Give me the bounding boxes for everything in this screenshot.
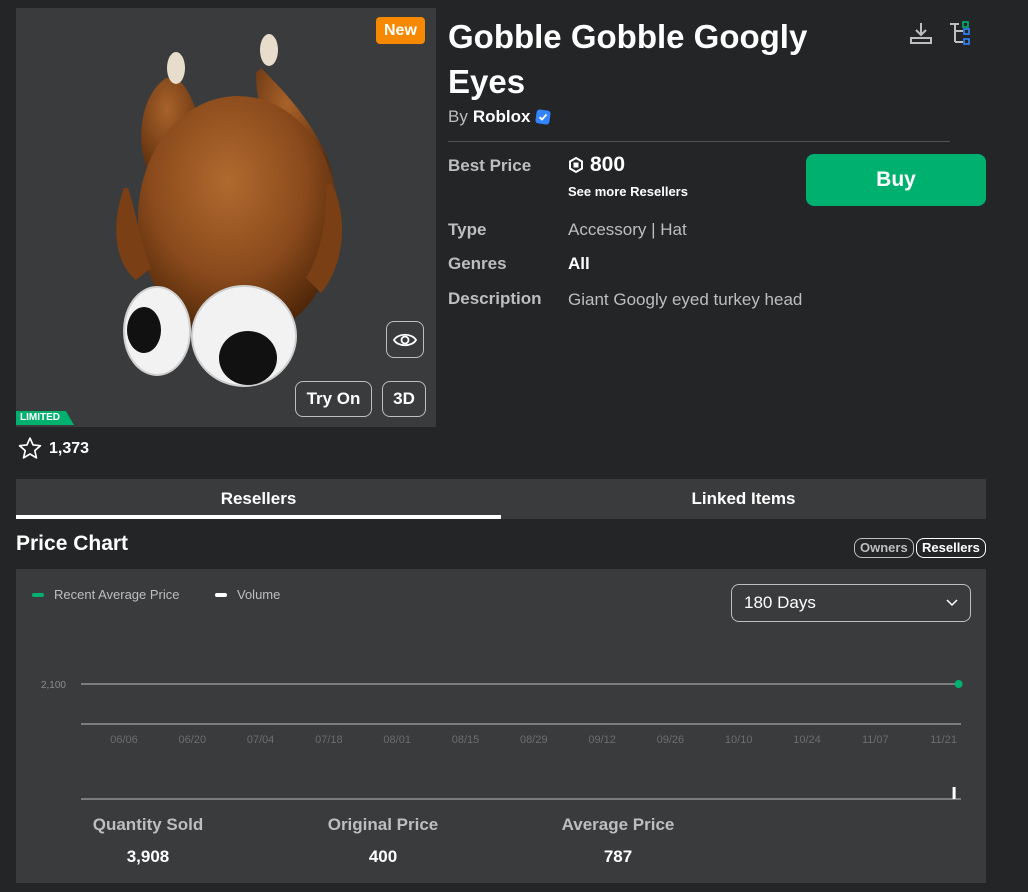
quantity-sold-value: 3,908	[126, 847, 170, 866]
favorite-count: 1,373	[49, 439, 90, 457]
tab-resellers[interactable]: Resellers	[16, 479, 501, 519]
preview-button[interactable]	[386, 321, 424, 358]
x-tick-label: 06/06	[110, 734, 138, 746]
quantity-sold-label: Quantity Sold	[92, 815, 204, 834]
best-price-value: 800	[590, 153, 626, 176]
eye-icon	[393, 333, 417, 346]
creator-line: By Roblox	[448, 107, 551, 127]
best-price-label: Best Price	[448, 156, 532, 175]
type-value: Accessory | Hat	[568, 220, 687, 239]
tab-linked-items[interactable]: Linked Items	[501, 479, 986, 519]
hierarchy-icon[interactable]	[947, 20, 973, 46]
x-tick-label: 10/10	[725, 734, 753, 746]
download-icon[interactable]	[908, 20, 934, 46]
verified-badge-icon	[535, 109, 551, 125]
x-tick-label: 06/20	[179, 734, 207, 746]
x-tick-label: 11/21	[930, 734, 957, 746]
original-price-value: 400	[368, 847, 398, 866]
item-thumbnail	[16, 8, 436, 427]
by-prefix: By	[448, 107, 468, 126]
3d-view-button[interactable]: 3D	[382, 381, 426, 417]
resellers-toggle[interactable]: Resellers	[916, 538, 986, 558]
item-title: Gobble Gobble Googly Eyes	[448, 18, 808, 100]
star-icon	[18, 437, 42, 459]
genres-value: All	[568, 254, 590, 273]
genres-label: Genres	[448, 254, 507, 273]
try-on-button[interactable]: Try On	[295, 381, 372, 417]
avg-price-point	[954, 680, 963, 688]
see-more-resellers-link[interactable]: See more Resellers	[568, 184, 688, 199]
x-tick-label: 07/04	[247, 734, 275, 746]
x-tick-label: 08/29	[520, 734, 548, 746]
average-price-value: 787	[603, 847, 633, 866]
average-price-stat: Average Price 787	[553, 815, 683, 867]
x-tick-label: 11/07	[862, 734, 889, 746]
quantity-sold-stat: Quantity Sold 3,908	[88, 815, 208, 867]
best-price: 800	[568, 153, 625, 177]
x-tick-label: 09/12	[588, 734, 616, 746]
limited-badge: LIMITED	[16, 411, 74, 425]
x-tick-label: 08/15	[452, 734, 480, 746]
description-label: Description	[448, 289, 542, 308]
divider	[448, 141, 950, 142]
price-chart: 2,100 06/06 06/20 07/04 07/18 08/01 08/15 08/29…	[41, 680, 963, 800]
x-tick-label: 10/24	[793, 734, 821, 746]
tab-bar: Resellers Linked Items	[16, 479, 986, 519]
owners-toggle[interactable]: Owners	[854, 538, 914, 558]
x-tick-label: 07/18	[315, 734, 343, 746]
robux-icon	[569, 157, 583, 173]
buy-button[interactable]: Buy	[806, 154, 986, 206]
y-tick-label: 2,100	[41, 680, 66, 691]
x-tick-label: 09/26	[657, 734, 685, 746]
average-price-label: Average Price	[561, 815, 675, 834]
description-value: Giant Googly eyed turkey head	[568, 290, 803, 309]
price-chart-title: Price Chart	[16, 532, 129, 555]
type-label: Type	[448, 220, 487, 239]
volume-bar	[952, 787, 956, 799]
new-badge: New	[376, 17, 425, 44]
turkey-hat-image	[116, 34, 343, 387]
favorite-button[interactable]: 1,373	[17, 436, 89, 461]
original-price-stat: Original Price 400	[318, 815, 448, 867]
creator-link[interactable]: Roblox	[473, 107, 531, 127]
x-tick-label: 08/01	[383, 734, 411, 746]
original-price-label: Original Price	[327, 815, 439, 834]
